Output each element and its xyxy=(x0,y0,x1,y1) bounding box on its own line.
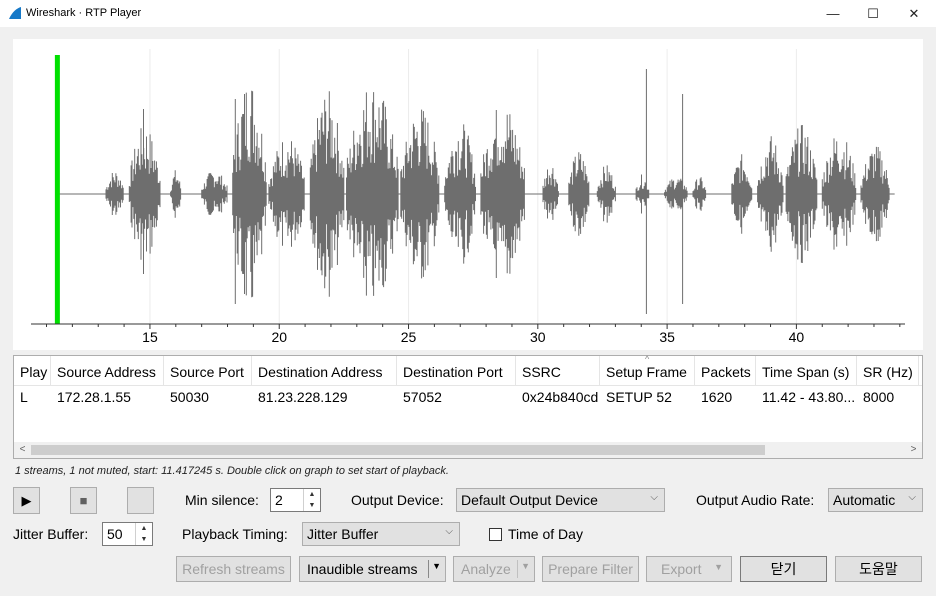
dropdown-arrow-icon: ▼ xyxy=(714,562,723,572)
column-play[interactable]: Play xyxy=(14,356,51,386)
help-button[interactable]: 도움말 xyxy=(835,556,922,582)
column-packets[interactable]: Packets xyxy=(695,356,756,386)
table-cell: SETUP 52 xyxy=(606,389,672,405)
column-source-address[interactable]: Source Address xyxy=(51,356,164,386)
x-tick-label: 35 xyxy=(659,329,675,345)
pause-button[interactable] xyxy=(127,487,154,514)
horizontal-scrollbar[interactable]: < > xyxy=(14,442,922,458)
time-of-day-checkbox[interactable] xyxy=(489,528,502,541)
sort-indicator-icon: ^ xyxy=(645,354,650,364)
play-icon: ▶ xyxy=(21,492,32,508)
chevron-down-icon: ⌵ xyxy=(650,492,658,503)
analyze-button[interactable]: Analyze ▼ xyxy=(453,556,535,582)
table-cell: 8000 xyxy=(863,389,895,405)
x-tick-label: 30 xyxy=(530,329,546,345)
stop-button[interactable]: ■ xyxy=(70,487,97,514)
output-rate-label: Output Audio Rate: xyxy=(696,492,815,508)
inaudible-streams-button[interactable]: Inaudible streams ▼ xyxy=(299,556,446,582)
close-window-button[interactable]: ✕ xyxy=(891,0,936,27)
close-icon: ✕ xyxy=(908,5,920,21)
analyze-label: Analyze xyxy=(461,561,511,577)
stream-table[interactable]: Play Source Address Source Port Destinat… xyxy=(13,354,923,459)
scroll-right-icon[interactable]: > xyxy=(905,442,922,458)
output-rate-value: Automatic xyxy=(833,492,896,508)
column-source-port[interactable]: Source Port xyxy=(164,356,252,386)
prepare-filter-button[interactable]: Prepare Filter xyxy=(542,556,639,582)
table-cell: 57052 xyxy=(403,389,442,405)
help-label: 도움말 xyxy=(859,561,898,577)
playback-timing-label: Playback Timing: xyxy=(182,526,288,542)
x-tick-label: 20 xyxy=(271,329,287,345)
min-silence-value: 2 xyxy=(275,492,283,508)
minimize-icon: — xyxy=(826,6,840,21)
time-of-day-label[interactable]: Time of Day xyxy=(508,526,583,542)
maximize-button[interactable]: ☐ xyxy=(850,0,896,27)
column-sample-rate[interactable]: SR (Hz) xyxy=(857,356,919,386)
x-tick-label: 40 xyxy=(789,329,805,345)
chevron-down-icon: ⌵ xyxy=(445,526,453,537)
stop-icon: ■ xyxy=(79,493,88,508)
play-button[interactable]: ▶ xyxy=(13,487,40,514)
status-text: 1 streams, 1 not muted, start: 11.417245… xyxy=(15,465,449,477)
close-button[interactable]: 닫기 xyxy=(740,556,827,582)
chevron-down-icon: ⌵ xyxy=(908,492,916,503)
audio-waveform xyxy=(105,69,890,314)
table-cell: 11.42 - 43.80... xyxy=(762,389,856,405)
table-cell: L xyxy=(20,389,28,405)
refresh-streams-button[interactable]: Refresh streams xyxy=(176,556,291,582)
split-divider xyxy=(517,560,518,578)
dropdown-arrow-icon[interactable]: ▼ xyxy=(521,561,530,571)
scrollbar-thumb[interactable] xyxy=(31,445,765,455)
column-destination-address[interactable]: Destination Address xyxy=(252,356,397,386)
column-time-span[interactable]: Time Span (s) xyxy=(756,356,857,386)
inaudible-streams-label: Inaudible streams xyxy=(307,561,418,577)
waveform-graph[interactable]: 15 20 25 30 35 40 xyxy=(13,39,923,350)
table-cell: 1620 xyxy=(701,389,733,405)
table-cell: 172.28.1.55 xyxy=(57,389,131,405)
output-rate-select[interactable]: Automatic ⌵ xyxy=(828,488,923,512)
title-bar: Wireshark · RTP Player — ☐ ✕ xyxy=(0,0,936,27)
table-cell: 0x24b840cd xyxy=(522,389,599,405)
export-button[interactable]: Export ▼ xyxy=(646,556,732,582)
column-ssrc[interactable]: SSRC xyxy=(516,356,600,386)
window-title: Wireshark · RTP Player xyxy=(26,7,142,19)
min-silence-label: Min silence: xyxy=(185,492,259,508)
output-device-label: Output Device: xyxy=(351,492,444,508)
output-device-select[interactable]: Default Output Device ⌵ xyxy=(456,488,665,512)
table-header: Play Source Address Source Port Destinat… xyxy=(14,354,922,386)
table-cell: 81.23.228.129 xyxy=(258,389,348,405)
prepare-filter-label: Prepare Filter xyxy=(548,561,633,577)
spin-arrows-icon[interactable]: ▲ ▼ xyxy=(303,489,320,511)
dropdown-arrow-icon[interactable]: ▼ xyxy=(432,561,441,571)
close-label: 닫기 xyxy=(770,561,797,577)
playback-timing-value: Jitter Buffer xyxy=(307,526,379,542)
jitter-buffer-value: 50 xyxy=(107,526,123,542)
export-label: Export xyxy=(661,561,702,577)
table-cell: 50030 xyxy=(170,389,209,405)
jitter-buffer-label: Jitter Buffer: xyxy=(13,526,89,542)
spin-arrows-icon[interactable]: ▲ ▼ xyxy=(135,523,152,545)
column-destination-port[interactable]: Destination Port xyxy=(397,356,516,386)
playback-timing-select[interactable]: Jitter Buffer ⌵ xyxy=(302,522,460,546)
table-row[interactable]: L 172.28.1.55 50030 81.23.228.129 57052 … xyxy=(14,386,922,408)
min-silence-spinbox[interactable]: 2 ▲ ▼ xyxy=(270,488,321,512)
x-tick-label: 25 xyxy=(401,329,417,345)
waveform-plot[interactable]: 15 20 25 30 35 40 xyxy=(13,39,923,350)
maximize-icon: ☐ xyxy=(867,5,879,21)
refresh-streams-label: Refresh streams xyxy=(182,561,285,577)
split-divider xyxy=(428,560,429,578)
scroll-left-icon[interactable]: < xyxy=(14,442,31,458)
wireshark-fin-icon xyxy=(9,7,21,19)
jitter-buffer-spinbox[interactable]: 50 ▲ ▼ xyxy=(102,522,153,546)
output-device-value: Default Output Device xyxy=(461,492,598,508)
x-tick-label: 15 xyxy=(142,329,158,345)
